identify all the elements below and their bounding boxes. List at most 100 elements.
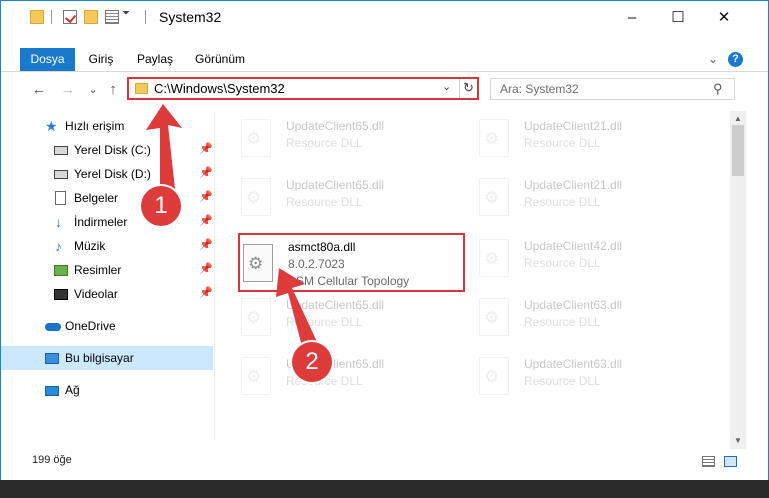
tab-file[interactable]: Dosya	[20, 48, 75, 71]
scroll-thumb[interactable]	[732, 125, 744, 176]
close-button[interactable]: ✕	[701, 1, 747, 33]
pin-icon[interactable]: 📌	[199, 166, 213, 179]
sidebar-item-label: Resimler	[74, 263, 122, 277]
step-1-badge: 1	[141, 186, 181, 226]
file-item-asmct80a[interactable]: asmct80a.dll 8.0.2.7023 ASM Cellular Top…	[223, 235, 443, 288]
sidebar-item-this-pc[interactable]: Bu bilgisayar	[1, 346, 213, 370]
back-button[interactable]: ←	[29, 79, 49, 99]
documents-icon	[55, 191, 66, 205]
divider	[1, 71, 768, 72]
file-item[interactable]: UpdateClient42.dll Resource DLL	[461, 235, 681, 279]
tab-share[interactable]: Paylaş	[132, 48, 178, 71]
view-icon[interactable]	[105, 10, 119, 24]
sidebar-item-quick-access[interactable]: ★ Hızlı erişim	[1, 114, 213, 138]
computer-icon	[45, 353, 59, 364]
file-list: UpdateClient65.dll Resource DLL UpdateCl…	[223, 111, 728, 449]
file-name: UpdateClient63.dll	[524, 357, 623, 371]
drive-icon	[54, 146, 68, 155]
file-item[interactable]: UpdateClient21.dll Resource DLL	[461, 115, 681, 159]
divider	[145, 10, 146, 24]
file-item[interactable]: UpdateClient63.dll Resource DLL	[461, 294, 681, 338]
folder-icon	[30, 10, 44, 24]
tab-view[interactable]: Görünüm	[189, 48, 251, 71]
file-item[interactable]: UpdateClient65.dll Resource DLL	[223, 115, 443, 159]
status-bar: 199 öğe	[1, 450, 768, 472]
file-item[interactable]: UpdateClient65.dll Resource DLL	[223, 294, 443, 338]
sidebar-item-videos[interactable]: Videolar 📌	[1, 282, 213, 306]
minimize-button[interactable]: –	[609, 1, 655, 33]
file-type: Resource DLL	[524, 256, 601, 270]
sidebar-item-local-disk-c[interactable]: Yerel Disk (C:) 📌	[1, 138, 213, 162]
pictures-icon	[54, 265, 68, 276]
recent-locations-button[interactable]: ⌄	[83, 79, 103, 99]
sidebar-item-label: Yerel Disk (C:)	[74, 143, 151, 157]
taskbar-strip	[0, 480, 769, 498]
help-icon[interactable]: ?	[728, 52, 743, 67]
pane-divider[interactable]	[214, 111, 215, 441]
address-dropdown-icon[interactable]: ⌄	[442, 80, 451, 93]
up-button[interactable]: ↑	[103, 79, 123, 99]
dll-file-icon	[241, 178, 271, 216]
search-placeholder[interactable]: Ara: System32	[500, 82, 579, 96]
sidebar-item-label: Hızlı erişim	[65, 119, 125, 133]
file-name: UpdateClient63.dll	[524, 298, 623, 312]
dll-file-icon	[479, 239, 509, 277]
navigation-pane: ★ Hızlı erişim Yerel Disk (C:) 📌 Yerel D…	[1, 111, 213, 449]
chevron-down-icon[interactable]: ⌄	[708, 52, 718, 66]
sidebar-item-music[interactable]: ♪ Müzik 📌	[1, 234, 213, 258]
sidebar-item-onedrive[interactable]: OneDrive	[1, 314, 213, 338]
address-bar[interactable]: C:\Windows\System32 ⌄ ↻	[127, 77, 479, 100]
sidebar-item-label: İndirmeler	[74, 215, 128, 229]
item-count: 199 öğe	[32, 454, 72, 466]
file-item[interactable]: UpdateClient65.dll Resource DLL	[223, 353, 443, 397]
file-item[interactable]: UpdateClient63.dll Resource DLL	[461, 353, 681, 397]
file-name: UpdateClient65.dll	[286, 119, 385, 133]
sidebar-item-label: Bu bilgisayar	[65, 351, 134, 365]
properties-icon[interactable]	[63, 10, 77, 24]
file-name: UpdateClient21.dll	[524, 178, 623, 192]
cloud-icon	[45, 323, 61, 331]
search-box[interactable]: Ara: System32 ⚲	[490, 78, 735, 100]
address-path[interactable]: C:\Windows\System32	[154, 81, 285, 96]
tab-home[interactable]: Giriş	[81, 48, 121, 71]
star-icon: ★	[45, 118, 58, 134]
sidebar-item-documents[interactable]: Belgeler 📌	[1, 186, 213, 210]
file-name: asmct80a.dll	[288, 240, 356, 254]
pin-icon[interactable]: 📌	[199, 214, 213, 227]
sidebar-item-label: Yerel Disk (D:)	[74, 167, 151, 181]
file-item[interactable]: UpdateClient65.dll Resource DLL	[223, 174, 443, 218]
dll-file-icon	[241, 298, 271, 336]
dll-file-icon	[243, 244, 273, 282]
vertical-scrollbar[interactable]: ▲ ▼	[730, 111, 746, 449]
forward-button[interactable]: →	[58, 79, 78, 99]
sidebar-item-pictures[interactable]: Resimler 📌	[1, 258, 213, 282]
large-icons-view-icon[interactable]	[724, 456, 737, 467]
dll-file-icon	[241, 119, 271, 157]
new-folder-icon[interactable]	[84, 10, 98, 24]
maximize-button[interactable]: ☐	[655, 1, 701, 33]
divider	[459, 79, 460, 98]
dll-file-icon	[479, 178, 509, 216]
sidebar-item-downloads[interactable]: ↓ İndirmeler 📌	[1, 210, 213, 234]
customize-toolbar-icon[interactable]: ⏷	[122, 8, 130, 19]
ribbon-tabs: Dosya Giriş Paylaş Görünüm ⌄	[1, 48, 768, 71]
pin-icon[interactable]: 📌	[199, 190, 213, 203]
scroll-down-icon[interactable]: ▼	[730, 433, 746, 449]
explorer-window: ⏷ System32 – ☐ ✕ Dosya Giriş Paylaş Görü…	[0, 0, 769, 498]
sidebar-item-label: Belgeler	[74, 191, 119, 205]
pin-icon[interactable]: 📌	[199, 238, 213, 251]
file-name: UpdateClient21.dll	[524, 119, 623, 133]
details-view-icon[interactable]	[702, 456, 715, 467]
sidebar-item-network[interactable]: Ağ	[1, 378, 213, 402]
search-icon[interactable]: ⚲	[713, 81, 723, 97]
sidebar-item-label: Videolar	[74, 287, 118, 301]
pin-icon[interactable]: 📌	[199, 142, 213, 155]
file-type: Resource DLL	[524, 195, 601, 209]
sidebar-item-local-disk-d[interactable]: Yerel Disk (D:) 📌	[1, 162, 213, 186]
pin-icon[interactable]: 📌	[199, 262, 213, 275]
file-item[interactable]: UpdateClient21.dll Resource DLL	[461, 174, 681, 218]
dll-file-icon	[479, 357, 509, 395]
refresh-icon[interactable]: ↻	[463, 80, 474, 96]
pin-icon[interactable]: 📌	[199, 286, 213, 299]
videos-icon	[54, 289, 68, 300]
